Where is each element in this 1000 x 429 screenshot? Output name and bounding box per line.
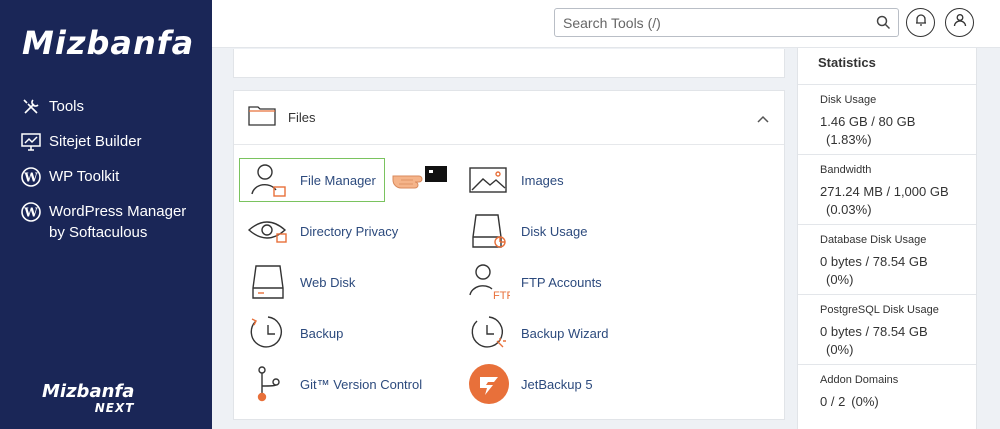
tool-directory-privacy[interactable]: Directory Privacy	[246, 209, 398, 253]
images-icon	[467, 158, 511, 202]
stat-percent: (0%)	[826, 272, 854, 287]
svg-text:W: W	[23, 170, 38, 184]
stat-value: 0 bytes / 78.54 GB	[820, 324, 928, 339]
stat-percent: (1.83%)	[826, 132, 872, 147]
tool-label: Images	[521, 172, 564, 188]
sidebar: Mizbanfa Tools Sitejet Builder W WP Tool…	[0, 0, 212, 429]
brand-next-name: Mizbanfa	[42, 381, 135, 402]
chevron-up-icon[interactable]	[756, 111, 770, 129]
tool-ftp-accounts[interactable]: FTP FTP Accounts	[467, 260, 602, 304]
sidebar-item-label: WordPress Manager by Softaculous	[49, 203, 187, 241]
tool-label: Backup Wizard	[521, 325, 609, 341]
tool-label: Disk Usage	[521, 223, 588, 239]
git-icon	[246, 362, 290, 406]
web-disk-icon	[246, 260, 290, 304]
sidebar-item-tools[interactable]: Tools	[20, 96, 205, 117]
stat-label: PostgreSQL Disk Usage	[820, 304, 939, 316]
files-panel: Files File Manager Directory Privacy Web…	[233, 90, 785, 420]
sidebar-item-sitejet[interactable]: Sitejet Builder	[20, 131, 205, 152]
tool-jetbackup[interactable]: JetBackup 5	[467, 362, 593, 406]
user-button[interactable]	[945, 8, 974, 37]
wordpress-icon: W	[20, 166, 41, 187]
tool-label: Backup	[300, 325, 344, 341]
notifications-button[interactable]	[906, 8, 935, 37]
file-manager-icon	[246, 158, 290, 202]
ftp-accounts-icon: FTP	[467, 260, 511, 304]
svg-text:FTP: FTP	[493, 290, 510, 302]
tool-label: FTP Accounts	[521, 274, 602, 290]
bell-icon	[914, 13, 928, 32]
stat-label: Database Disk Usage	[820, 234, 927, 246]
sidebar-item-label: WP Toolkit	[49, 168, 120, 185]
tools-icon	[20, 96, 41, 117]
stat-label: Disk Usage	[820, 94, 877, 106]
tool-web-disk[interactable]: Web Disk	[246, 260, 355, 304]
search-box[interactable]	[554, 8, 899, 37]
stat-disk-usage: Disk Usage 1.46 GB / 80 GB (1.83%)	[798, 84, 976, 154]
files-panel-header[interactable]: Files	[234, 91, 784, 145]
brand-logo[interactable]: Mizbanfa	[22, 24, 194, 62]
tool-images[interactable]: Images	[467, 158, 564, 202]
tool-label: Directory Privacy	[300, 223, 399, 239]
stat-value: 0 / 2	[820, 394, 846, 409]
search-input[interactable]	[555, 9, 855, 36]
monitor-icon	[20, 131, 41, 152]
sidebar-item-wordpress-manager[interactable]: W WordPress Manager by Softaculous	[20, 201, 205, 243]
jetbackup-icon	[467, 362, 511, 406]
sidebar-nav: Tools Sitejet Builder W WP Toolkit W Wor…	[20, 96, 205, 257]
tool-git-version-control[interactable]: Git™ Version Control	[246, 362, 422, 406]
top-header	[212, 0, 1000, 48]
stat-value: 0 bytes / 78.54 GB	[820, 254, 928, 269]
tool-label: Git™ Version Control	[300, 376, 423, 392]
stat-percent: (0%)	[851, 394, 879, 409]
wordpress-icon: W	[20, 201, 41, 222]
stat-percent: (0%)	[826, 342, 854, 357]
stat-label: Addon Domains	[820, 374, 899, 386]
statistics-panel: Statistics Disk Usage 1.46 GB / 80 GB (1…	[797, 48, 977, 429]
stat-postgresql-disk-usage: PostgreSQL Disk Usage 0 bytes / 78.54 GB…	[798, 294, 976, 364]
brand-next-logo: Mizbanfa NEXT	[42, 381, 135, 416]
sidebar-item-wp-toolkit[interactable]: W WP Toolkit	[20, 166, 205, 187]
sidebar-item-label: Tools	[49, 98, 85, 115]
stat-value: 1.46 GB / 80 GB	[820, 114, 916, 129]
tool-label: Web Disk	[300, 274, 356, 290]
stat-bandwidth: Bandwidth 271.24 MB / 1,000 GB (0.03%)	[798, 154, 976, 224]
backup-wizard-icon	[467, 311, 511, 355]
search-icon[interactable]	[876, 15, 891, 35]
sidebar-item-label: Sitejet Builder	[49, 133, 142, 150]
tool-label: JetBackup 5	[521, 376, 593, 392]
disk-usage-icon	[467, 209, 511, 253]
tool-label: File Manager	[300, 172, 376, 188]
stat-addon-domains: Addon Domains 0 / 2 (0%)	[798, 364, 976, 429]
tool-backup-wizard[interactable]: Backup Wizard	[467, 311, 608, 355]
user-icon	[953, 13, 967, 32]
previous-panel	[233, 49, 785, 78]
pointing-hand-icon	[391, 166, 449, 197]
brand-next-suffix: NEXT	[94, 401, 135, 415]
backup-icon	[246, 311, 290, 355]
eye-folder-icon	[246, 209, 290, 253]
stat-database-disk-usage: Database Disk Usage 0 bytes / 78.54 GB (…	[798, 224, 976, 294]
stat-value: 271.24 MB / 1,000 GB	[820, 184, 949, 199]
statistics-title: Statistics	[818, 55, 876, 70]
tool-disk-usage[interactable]: Disk Usage	[467, 209, 587, 253]
stat-percent: (0.03%)	[826, 202, 872, 217]
tool-file-manager[interactable]: File Manager	[239, 158, 385, 202]
stat-label: Bandwidth	[820, 164, 872, 176]
folder-icon	[248, 104, 276, 131]
tool-backup[interactable]: Backup	[246, 311, 343, 355]
svg-text:W: W	[23, 205, 38, 219]
files-panel-title: Files	[288, 110, 316, 125]
